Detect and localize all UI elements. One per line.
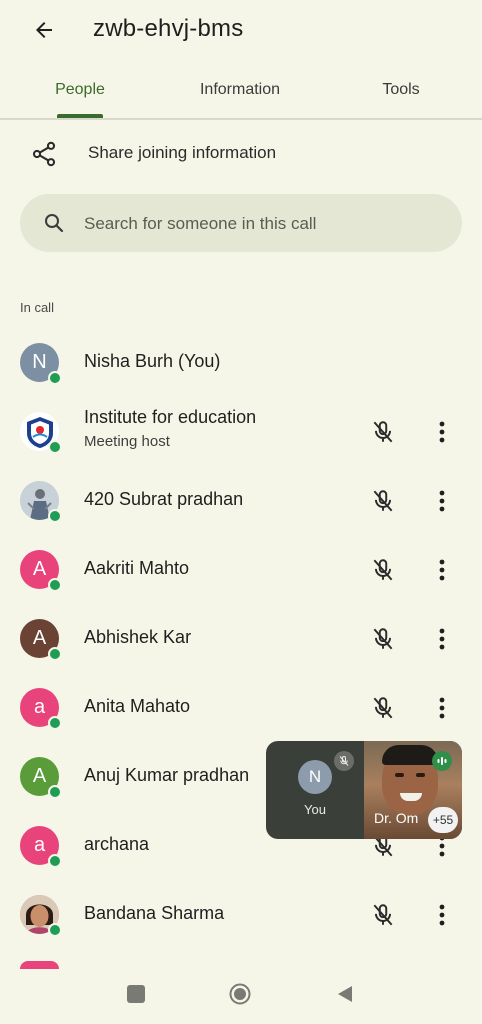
online-status-dot	[48, 785, 62, 799]
participant-row[interactable]: 420 Subrat pradhan	[0, 466, 482, 535]
more-vert-icon	[439, 559, 445, 581]
online-status-dot	[48, 578, 62, 592]
participant-name: Bandana Sharma	[84, 903, 225, 923]
floating-call-preview[interactable]: N You Dr. Om +55	[266, 741, 462, 839]
mic-off-icon[interactable]	[370, 902, 396, 928]
participant-name: Institute for education	[84, 407, 257, 427]
online-status-dot	[48, 371, 62, 385]
online-status-dot	[48, 647, 62, 661]
tab-tools[interactable]: Tools	[320, 62, 482, 118]
self-preview-tile: N You	[266, 741, 364, 839]
participant-role: Meeting host	[84, 433, 170, 450]
mic-off-icon[interactable]	[370, 626, 396, 652]
participant-row[interactable]: Bandana Sharma	[0, 880, 482, 949]
speaker-hair	[382, 745, 438, 765]
participant-search-bar[interactable]	[20, 194, 462, 254]
tab-bar: People Information Tools	[0, 62, 482, 120]
arrow-left-icon	[36, 22, 52, 38]
speaker-name: Dr. Om	[374, 810, 419, 826]
more-options-button[interactable]	[430, 555, 454, 585]
recents-button[interactable]	[127, 985, 145, 1003]
partial-avatar	[20, 961, 59, 969]
mic-off-icon	[334, 751, 354, 771]
top-app-bar: zwb-ehvj-bms	[0, 0, 482, 62]
speaker-eye	[416, 773, 425, 777]
participant-row[interactable]: a Anita Mahato	[0, 673, 482, 742]
online-status-dot	[48, 854, 62, 868]
more-options-button[interactable]	[430, 486, 454, 516]
online-status-dot	[48, 923, 62, 937]
tab-people[interactable]: People	[0, 62, 160, 118]
back-button[interactable]	[28, 14, 60, 46]
participant-row[interactable]: A Aakriti Mahto	[0, 535, 482, 604]
more-vert-icon	[439, 904, 445, 926]
participant-row[interactable]: A Abhishek Kar	[0, 604, 482, 673]
meeting-code-title: zwb-ehvj-bms	[93, 15, 244, 42]
online-status-dot	[48, 509, 62, 523]
participant-name: Anita Mahato	[84, 696, 191, 716]
mic-off-icon[interactable]	[370, 557, 396, 583]
tab-information[interactable]: Information	[160, 62, 320, 118]
participant-name: 420 Subrat pradhan	[84, 489, 244, 509]
more-participants-badge: +55	[428, 807, 458, 833]
more-options-button[interactable]	[430, 693, 454, 723]
more-vert-icon	[439, 697, 445, 719]
participant-row[interactable]: Institute for education Meeting host	[0, 397, 482, 466]
self-label: You	[304, 802, 326, 817]
online-status-dot	[48, 716, 62, 730]
participant-name: archana	[84, 834, 150, 854]
participant-row[interactable]: N Nisha Burh (You)	[0, 328, 482, 397]
mic-off-icon[interactable]	[370, 695, 396, 721]
self-avatar: N	[298, 760, 332, 794]
online-status-dot	[48, 440, 62, 454]
back-triangle-button[interactable]	[334, 983, 356, 1005]
more-vert-icon	[439, 490, 445, 512]
speaker-eye	[395, 773, 404, 777]
mic-off-icon[interactable]	[370, 488, 396, 514]
participant-name: Anuj Kumar pradhan	[84, 765, 250, 785]
more-options-button[interactable]	[430, 624, 454, 654]
more-vert-icon	[439, 628, 445, 650]
more-options-button[interactable]	[430, 417, 454, 447]
more-vert-icon	[439, 421, 445, 443]
active-tab-indicator	[57, 114, 103, 118]
participant-name: Aakriti Mahto	[84, 558, 190, 578]
participant-list: N Nisha Burh (You) Institute for educati…	[0, 328, 482, 949]
speaking-indicator-icon	[432, 751, 452, 771]
share-joining-info-label: Share joining information	[88, 143, 277, 162]
more-options-button[interactable]	[430, 900, 454, 930]
participant-name: Abhishek Kar	[84, 627, 192, 647]
search-input[interactable]	[82, 194, 446, 254]
share-joining-info-row[interactable]: Share joining information	[0, 126, 482, 180]
section-label-in-call: In call	[20, 300, 54, 315]
share-icon	[32, 141, 56, 167]
mic-off-icon[interactable]	[370, 419, 396, 445]
participant-name: Nisha Burh (You)	[84, 351, 221, 371]
search-icon	[45, 214, 64, 233]
home-button[interactable]	[229, 983, 251, 1005]
